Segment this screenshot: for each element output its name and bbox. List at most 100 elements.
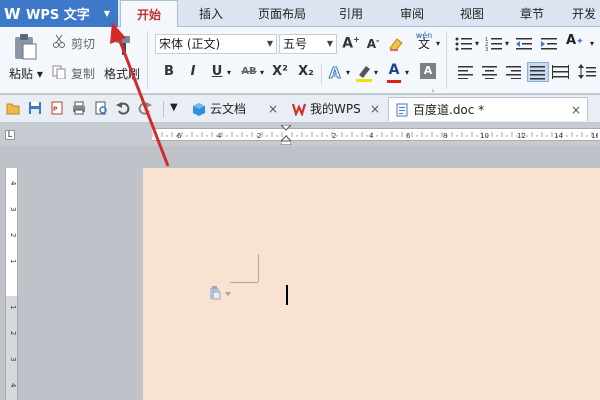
shrink-font-icon[interactable]: A- <box>364 36 382 51</box>
ruler-label: 3 <box>9 207 17 211</box>
chevron-down-icon[interactable]: ▾ <box>436 39 440 48</box>
indent-marker-icon[interactable] <box>279 124 293 146</box>
paste-icon[interactable] <box>12 33 38 61</box>
chevron-down-icon[interactable]: ▾ <box>475 39 479 48</box>
ruler-label: 14 <box>554 132 563 140</box>
wps-logo-icon: W <box>4 4 21 23</box>
margin-guide-horizontal <box>230 282 258 283</box>
chevron-down-icon[interactable]: ▾ <box>260 68 264 77</box>
tab-view[interactable]: 视图 <box>446 0 498 27</box>
text-case-icon[interactable]: A✦ <box>566 33 588 53</box>
chevron-down-icon[interactable]: ▾ <box>227 68 231 77</box>
font-color-icon[interactable]: A <box>385 62 403 84</box>
doc-tab-active-document[interactable]: 百度道.doc * × <box>388 97 588 121</box>
format-painter-button[interactable]: 格式刷 <box>104 65 140 82</box>
font-name-select[interactable]: 宋体 (正文) ▼ <box>155 34 277 54</box>
increase-indent-icon[interactable] <box>540 36 558 52</box>
highlight-icon[interactable] <box>355 63 373 83</box>
document-page[interactable] <box>143 168 600 400</box>
tab-review[interactable]: 审阅 <box>386 0 438 27</box>
ruler-label: 10 <box>480 132 489 140</box>
doc-tab-cloud[interactable]: 云文档 × <box>186 97 284 121</box>
close-icon[interactable]: × <box>571 98 581 122</box>
paste-options-icon[interactable] <box>209 286 233 300</box>
bullet-list-icon[interactable] <box>455 36 473 52</box>
menu-bar: W WPS 文字 ▼ 开始 插入 页面布局 引用 审阅 视图 章节 开发 <box>0 0 600 28</box>
tab-references[interactable]: 引用 <box>326 0 376 27</box>
open-folder-icon[interactable] <box>6 101 20 115</box>
tab-stop-selector-icon[interactable]: L <box>5 130 15 140</box>
print-preview-icon[interactable] <box>94 101 108 115</box>
ruler-label: 6 <box>177 132 182 140</box>
svg-text:P: P <box>53 106 58 113</box>
tab-chapter[interactable]: 章节 <box>506 0 558 27</box>
tab-developer[interactable]: 开发 <box>564 0 600 27</box>
tab-start[interactable]: 开始 <box>120 0 178 28</box>
chevron-down-icon[interactable]: ▾ <box>374 68 378 77</box>
distribute-align-icon[interactable] <box>552 65 570 79</box>
svg-text:3: 3 <box>485 47 488 52</box>
close-icon[interactable]: × <box>370 97 380 121</box>
doc-tab-my-wps[interactable]: 我的WPS × <box>286 97 386 121</box>
ruler-label: 6 <box>406 132 411 140</box>
chevron-down-icon[interactable]: ▾ <box>405 68 409 77</box>
cut-button[interactable]: 剪切 <box>71 35 95 52</box>
vertical-ruler[interactable]: 4 3 2 1 1 2 3 4 <box>5 168 18 400</box>
align-left-icon[interactable] <box>458 65 474 79</box>
underline-button[interactable]: U <box>208 64 226 79</box>
text-effect-icon[interactable]: A <box>327 63 345 83</box>
print-icon[interactable] <box>72 101 86 115</box>
chevron-down-icon[interactable]: ▾ <box>346 68 350 77</box>
triangle-down-icon[interactable]: ▼ <box>104 9 110 18</box>
tab-page-layout[interactable]: 页面布局 <box>248 0 316 27</box>
chevron-down-icon[interactable]: ▾ <box>590 39 594 48</box>
align-center-icon[interactable] <box>482 65 498 79</box>
decrease-indent-icon[interactable] <box>515 36 533 52</box>
character-shading-icon[interactable]: A <box>420 63 436 79</box>
italic-button[interactable]: I <box>184 64 202 79</box>
ruler-label: 3 <box>9 357 17 361</box>
doc-tab-label: 我的WPS <box>310 102 361 116</box>
redo-icon[interactable] <box>138 101 152 115</box>
ribbon-divider <box>147 31 148 89</box>
font-dialog-launcher-icon[interactable]: ⌞ <box>432 85 435 93</box>
numbered-list-icon[interactable]: 123 <box>485 36 503 53</box>
ruler-label: 8 <box>443 132 447 140</box>
justify-button[interactable] <box>527 62 549 82</box>
scissors-icon[interactable] <box>52 34 66 48</box>
clear-format-icon[interactable] <box>388 36 404 52</box>
align-right-icon[interactable] <box>506 65 522 79</box>
grow-font-icon[interactable]: A+ <box>342 35 360 52</box>
app-title: WPS 文字 <box>26 8 90 23</box>
ruler-label: 2 <box>257 132 261 140</box>
close-icon[interactable]: × <box>268 97 278 121</box>
undo-icon[interactable] <box>116 101 130 115</box>
export-pdf-icon[interactable]: P <box>50 101 64 115</box>
superscript-button[interactable]: X² <box>270 64 290 79</box>
format-painter-icon[interactable] <box>113 33 135 57</box>
horizontal-ruler[interactable]: 642246810121416182022242628303234 <box>152 124 600 146</box>
save-icon[interactable] <box>28 101 42 115</box>
wps-home-icon <box>292 103 306 116</box>
ruler-label: 4 <box>9 383 17 388</box>
app-menu-button[interactable]: W WPS 文字 ▼ <box>0 0 118 27</box>
ruler-label: 4 <box>369 132 374 140</box>
font-size-select[interactable]: 五号 ▼ <box>279 34 337 54</box>
chevron-down-icon[interactable]: ▾ <box>505 39 509 48</box>
copy-button[interactable]: 复制 <box>71 65 95 82</box>
font-name-value: 宋体 (正文) <box>159 37 221 51</box>
copy-icon[interactable] <box>52 65 66 80</box>
chevron-down-icon: ▼ <box>326 39 333 48</box>
subscript-button[interactable]: X₂ <box>296 64 316 79</box>
bold-button[interactable]: B <box>160 64 178 79</box>
ruler-label: 2 <box>9 233 17 237</box>
pinyin-guide-icon[interactable]: wén 文 <box>413 31 435 53</box>
strikethrough-button[interactable]: AB <box>238 66 260 77</box>
text-cursor <box>286 285 288 305</box>
paste-button[interactable]: 粘贴 ▾ <box>9 65 43 82</box>
line-spacing-icon[interactable] <box>578 64 596 80</box>
paste-label: 粘贴 <box>9 67 34 81</box>
ribbon-divider <box>446 31 447 89</box>
tab-insert[interactable]: 插入 <box>182 0 240 27</box>
customize-toolbar-icon[interactable]: ▼ <box>170 102 178 113</box>
